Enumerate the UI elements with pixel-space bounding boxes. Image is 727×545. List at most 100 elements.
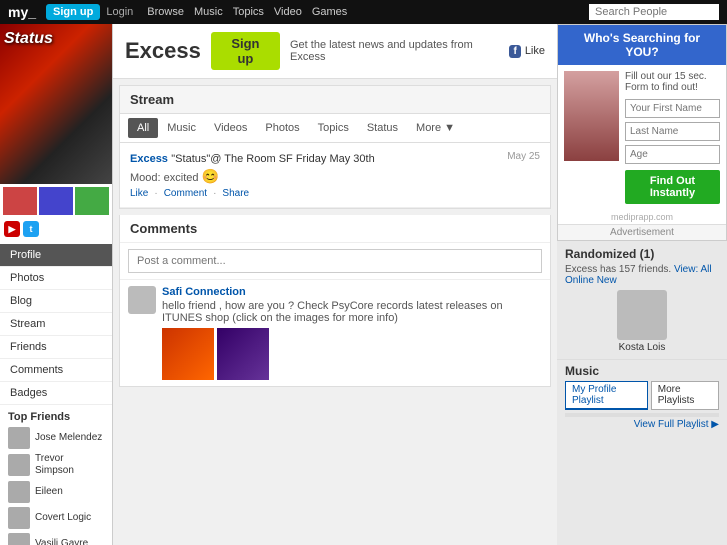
profile-banner: Status [0, 24, 113, 184]
stream-post-content: Excess "Status"@ The Room SF Friday May … [130, 151, 540, 165]
main-content: Excess Sign up Get the latest news and u… [113, 24, 557, 545]
nav-links: Browse Music Topics Video Games [147, 6, 347, 18]
stream-header: Stream [120, 86, 550, 114]
profile-name: Status [4, 30, 53, 48]
emoji-icon: 😊 [202, 168, 219, 184]
comment-author[interactable]: Safi Connection [162, 286, 542, 298]
avatar[interactable] [617, 290, 667, 340]
sidebar-item-badges[interactable]: Badges [0, 382, 112, 405]
tab-photos[interactable]: Photos [256, 118, 308, 138]
ad-label: Advertisement [558, 224, 726, 240]
avatar [8, 481, 30, 503]
friend-name: Trevor Simpson [35, 453, 104, 477]
search-input[interactable] [589, 4, 719, 20]
tab-more-playlists[interactable]: More Playlists [651, 381, 719, 410]
youtube-icon[interactable]: ▶ [4, 221, 20, 237]
sidebar-item-blog[interactable]: Blog [0, 290, 112, 313]
ad-photo [564, 71, 619, 161]
find-out-button[interactable]: Find Out Instantly [625, 170, 720, 204]
stream-post-body: "Status"@ The Room SF Friday May 30th [171, 153, 374, 165]
comment-input[interactable] [128, 249, 542, 273]
comments-section: Comments Safi Connection hello friend , … [119, 215, 551, 387]
comment-image-1[interactable] [162, 328, 214, 380]
comment-content: Safi Connection hello friend , how are y… [162, 286, 542, 380]
list-item[interactable]: Covert Logic [8, 507, 104, 529]
dot-separator: · [154, 188, 157, 199]
right-sidebar: Who's Searching for YOU? Fill out our 15… [557, 24, 727, 545]
tab-videos[interactable]: Videos [205, 118, 256, 138]
stream-title: Stream [130, 92, 174, 107]
small-image-2[interactable] [39, 187, 73, 215]
randomized-title: Randomized (1) [565, 247, 719, 261]
nav-music[interactable]: Music [194, 6, 223, 18]
tab-all[interactable]: All [128, 118, 158, 138]
list-item[interactable]: Vasili Gayre [8, 533, 104, 545]
top-navigation: my_ Sign up Login Browse Music Topics Vi… [0, 0, 727, 24]
first-name-input[interactable] [625, 99, 720, 118]
stream-mood: Mood: excited 😊 [130, 168, 540, 185]
ad-description: Fill out our 15 sec. Form to find out! [625, 71, 720, 93]
music-title: Music [565, 364, 719, 378]
view-full-playlist-link[interactable]: View Full Playlist ▶ [565, 417, 719, 432]
ad-footer: mediprapp.com [558, 210, 726, 224]
sidebar-item-profile[interactable]: Profile [0, 244, 112, 267]
stream-tabs: All Music Videos Photos Topics Status Mo… [120, 114, 550, 143]
friend-name: Covert Logic [35, 512, 91, 524]
page-title: Excess [125, 38, 201, 64]
tab-more[interactable]: More ▼ [407, 118, 464, 138]
list-item[interactable]: Jose Melendez [8, 427, 104, 449]
tab-my-profile-playlist[interactable]: My Profile Playlist [565, 381, 648, 410]
facebook-like-button[interactable]: f Like [509, 45, 545, 58]
signup-button[interactable]: Sign up [211, 32, 280, 70]
like-action[interactable]: Like [130, 188, 148, 199]
random-friend-name[interactable]: Kosta Lois [619, 342, 666, 353]
sidebar-item-friends[interactable]: Friends [0, 336, 112, 359]
sidebar-nav: Profile Photos Blog Stream Friends Comme… [0, 244, 112, 405]
friend-name: Vasili Gayre [35, 538, 88, 545]
avatar [128, 286, 156, 314]
tab-topics[interactable]: Topics [309, 118, 358, 138]
sidebar-item-photos[interactable]: Photos [0, 267, 112, 290]
comment-image-2[interactable] [217, 328, 269, 380]
list-item[interactable]: Eileen [8, 481, 104, 503]
nav-games[interactable]: Games [312, 6, 347, 18]
avatar [8, 454, 30, 476]
facebook-icon: f [509, 45, 520, 58]
nav-video[interactable]: Video [274, 6, 302, 18]
site-logo: my_ [8, 4, 36, 20]
last-name-input[interactable] [625, 122, 720, 141]
comments-header: Comments [120, 215, 550, 243]
small-images [0, 184, 112, 218]
stream-post-author[interactable]: Excess [130, 153, 168, 165]
stream-actions: Like · Comment · Share [130, 188, 540, 199]
small-image-3[interactable] [75, 187, 109, 215]
nav-browse[interactable]: Browse [147, 6, 184, 18]
topnav-login-button[interactable]: Login [106, 6, 133, 18]
share-action[interactable]: Share [222, 188, 249, 199]
tab-status[interactable]: Status [358, 118, 407, 138]
page-subtitle: Get the latest news and updates from Exc… [290, 39, 499, 63]
randomized-section: Randomized (1) Excess has 157 friends. V… [557, 241, 727, 359]
list-item[interactable]: Trevor Simpson [8, 453, 104, 477]
sidebar-item-stream[interactable]: Stream [0, 313, 112, 336]
ad-inner: Fill out our 15 sec. Form to find out! F… [558, 65, 726, 210]
sidebar-item-comments[interactable]: Comments [0, 359, 112, 382]
ad-form: Fill out our 15 sec. Form to find out! F… [625, 71, 720, 204]
randomized-desc: Excess has 157 friends. View: All Online… [565, 264, 719, 286]
stream-post: May 25 Excess "Status"@ The Room SF Frid… [120, 143, 550, 208]
topnav-signup-button[interactable]: Sign up [46, 4, 100, 20]
tab-music[interactable]: Music [158, 118, 205, 138]
top-friends-section: Top Friends Jose Melendez Trevor Simpson… [0, 405, 112, 545]
avatar [8, 533, 30, 545]
music-section: Music My Profile Playlist More Playlists… [557, 359, 727, 436]
age-input[interactable] [625, 145, 720, 164]
comment-action[interactable]: Comment [164, 188, 207, 199]
comment-images [162, 328, 542, 380]
twitter-icon[interactable]: t [23, 221, 39, 237]
dot-separator: · [213, 188, 216, 199]
social-icons: ▶ t [0, 218, 112, 240]
like-label: Like [525, 45, 545, 57]
avatar [8, 427, 30, 449]
nav-topics[interactable]: Topics [233, 6, 264, 18]
small-image-1[interactable] [3, 187, 37, 215]
